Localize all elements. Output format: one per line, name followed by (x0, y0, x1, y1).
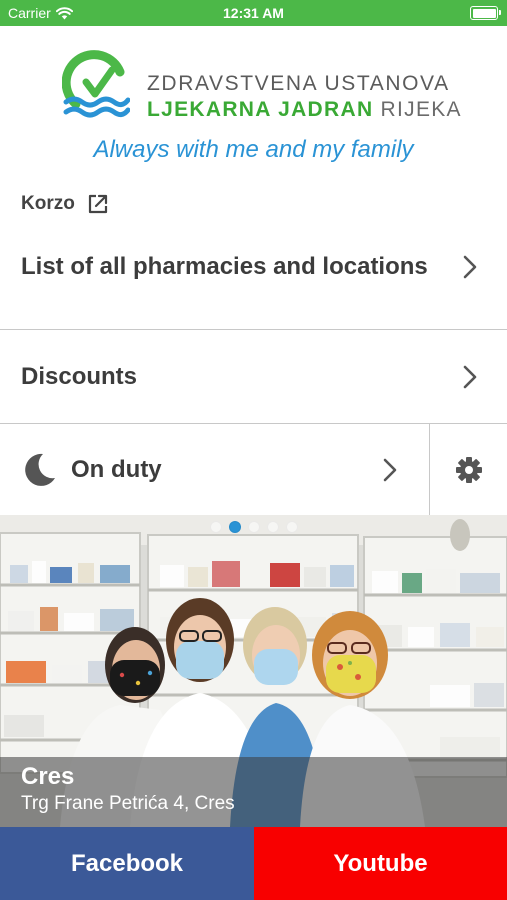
battery-icon (470, 6, 501, 20)
current-pharmacy-link[interactable]: Korzo (21, 193, 109, 215)
facebook-button[interactable]: Facebook (0, 827, 254, 900)
brand-slogan: Always with me and my family (93, 136, 414, 163)
facebook-button-label: Facebook (70, 849, 184, 877)
status-time: 12:31 AM (223, 5, 284, 21)
discounts-label: Discounts (21, 362, 138, 390)
current-pharmacy-name: Korzo (21, 193, 75, 214)
carousel-dot[interactable] (247, 521, 260, 533)
battery-fill (472, 8, 496, 18)
chevron-right-icon (383, 458, 397, 481)
pharmacies-list-label: List of all pharmacies and locations (21, 253, 428, 280)
brand-line-2: LJEKARNA JADRAN RIJEKA (147, 98, 462, 122)
brand-header: ZDRAVSTVENA USTANOVA LJEKARNA JADRAN RIJ… (0, 26, 507, 176)
gear-icon (455, 456, 482, 483)
carousel-dot[interactable] (209, 521, 222, 533)
on-duty-label: On duty (71, 455, 162, 483)
on-duty-button[interactable]: On duty (0, 424, 429, 515)
chevron-right-icon (463, 255, 477, 279)
brand-name: LJEKARNA JADRAN (147, 98, 374, 121)
pharmacy-address: Trg Frane Petrića 4, Cres (21, 793, 235, 814)
brand-city: RIJEKA (373, 98, 462, 121)
pharmacy-caption: Cres Trg Frane Petrića 4, Cres (0, 757, 507, 827)
youtube-button-label: Youtube (333, 849, 428, 877)
chevron-right-icon (463, 365, 477, 388)
carousel-dot-active[interactable] (228, 521, 241, 533)
carousel-dot[interactable] (266, 521, 279, 533)
pharmacy-city: Cres (21, 763, 75, 790)
carousel-page-indicator (0, 521, 507, 533)
brand-line-1: ZDRAVSTVENA USTANOVA (147, 72, 450, 95)
external-link-icon (88, 194, 107, 214)
carousel-dot[interactable] (285, 521, 298, 533)
youtube-button[interactable]: Youtube (254, 827, 507, 900)
status-bar: Carrier 12:31 AM (0, 0, 507, 26)
pharmacy-photo-carousel[interactable]: Cres Trg Frane Petrića 4, Cres (0, 515, 507, 827)
discounts-row[interactable]: Discounts (0, 330, 507, 423)
pharmacies-list-row[interactable]: List of all pharmacies and locations (0, 224, 507, 310)
on-duty-section: On duty (0, 424, 507, 515)
pharmacy-logo-icon (62, 50, 130, 118)
moon-icon (25, 453, 55, 486)
settings-button[interactable] (430, 424, 507, 515)
